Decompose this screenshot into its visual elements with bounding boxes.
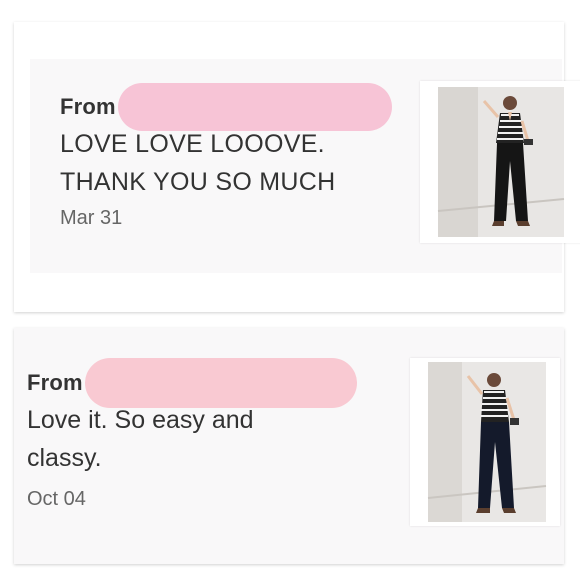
review-date: Mar 31 xyxy=(60,207,123,229)
review-date: Oct 04 xyxy=(27,488,86,510)
review-item[interactable]: From LOVE LOVE LOOOVE. THANK YOU SO MUCH… xyxy=(30,59,580,273)
jumpsuit-photo-icon xyxy=(427,362,547,522)
review-message: Love it. So easy and classy. xyxy=(27,406,254,472)
product-thumbnail[interactable] xyxy=(410,358,560,526)
review-author-row: From xyxy=(60,83,392,131)
from-label: From xyxy=(60,94,116,119)
review-message: LOVE LOVE LOOOVE. THANK YOU SO MUCH xyxy=(60,130,336,196)
redacted-username xyxy=(117,83,392,131)
review-card: From LOVE LOVE LOOOVE. THANK YOU SO MUCH… xyxy=(14,22,580,312)
from-label: From xyxy=(27,370,83,395)
review-card: From Love it. So easy and classy. Oct 04 xyxy=(14,328,564,564)
jumpsuit-photo-icon xyxy=(437,87,565,237)
review-item[interactable]: From Love it. So easy and classy. Oct 04 xyxy=(14,328,564,564)
product-thumbnail[interactable] xyxy=(420,81,580,243)
